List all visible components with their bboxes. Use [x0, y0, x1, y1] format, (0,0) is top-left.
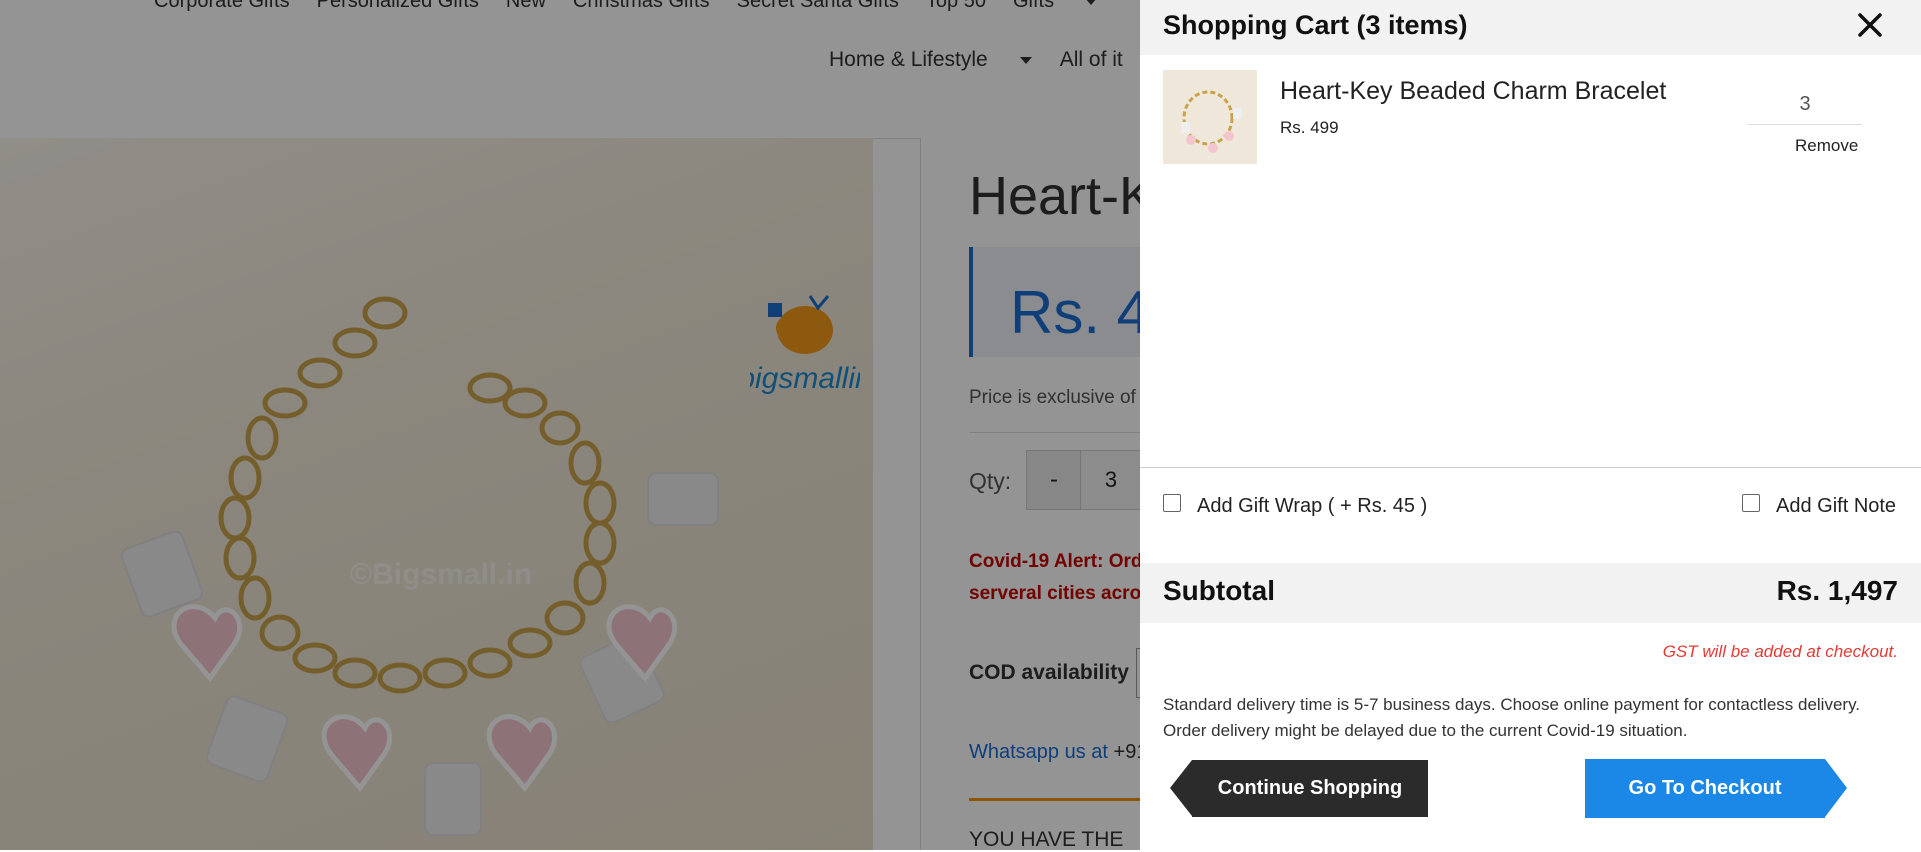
delivery-info-line2: Order delivery might be delayed due to t… — [1163, 721, 1688, 740]
subtotal-value: Rs. 1,497 — [1776, 575, 1898, 606]
gst-note: GST will be added at checkout. — [1662, 642, 1898, 661]
gift-wrap-option[interactable]: Add Gift Wrap ( + Rs. 45 ) — [1163, 493, 1428, 518]
close-icon[interactable] — [1855, 10, 1885, 40]
cart-item-thumbnail[interactable] — [1163, 70, 1257, 164]
gift-wrap-checkbox[interactable] — [1163, 493, 1181, 512]
cart-item-price: Rs. 499 — [1280, 118, 1339, 137]
modal-overlay[interactable] — [0, 0, 1140, 850]
gift-note-option[interactable]: Add Gift Note — [1742, 493, 1897, 518]
remove-item-link[interactable]: Remove — [1795, 136, 1858, 156]
gift-note-label: Add Gift Note — [1776, 495, 1897, 517]
cart-title: Shopping Cart (3 items) — [1163, 10, 1468, 40]
delivery-info: Standard delivery time is 5-7 business d… — [1163, 692, 1860, 744]
continue-shopping-button[interactable]: Continue Shopping — [1170, 760, 1428, 817]
go-to-checkout-button[interactable]: Go To Checkout — [1585, 759, 1847, 818]
cart-item-qty-input[interactable] — [1748, 84, 1862, 125]
delivery-info-line1: Standard delivery time is 5-7 business d… — [1163, 695, 1861, 714]
cart-item-name[interactable]: Heart-Key Beaded Charm Bracelet — [1280, 77, 1666, 106]
bracelet-thumbnail-icon — [1163, 70, 1257, 164]
cart-header: Shopping Cart (3 items) — [1140, 0, 1921, 55]
subtotal-label: Subtotal — [1163, 575, 1275, 606]
gift-wrap-label: Add Gift Wrap ( + Rs. 45 ) — [1197, 495, 1428, 517]
divider — [1140, 467, 1921, 468]
subtotal-bar: Subtotal Rs. 1,497 — [1140, 563, 1921, 623]
gift-note-checkbox[interactable] — [1742, 493, 1760, 512]
shopping-cart-drawer: Shopping Cart (3 items) Heart-Key Beaded… — [1140, 0, 1921, 850]
